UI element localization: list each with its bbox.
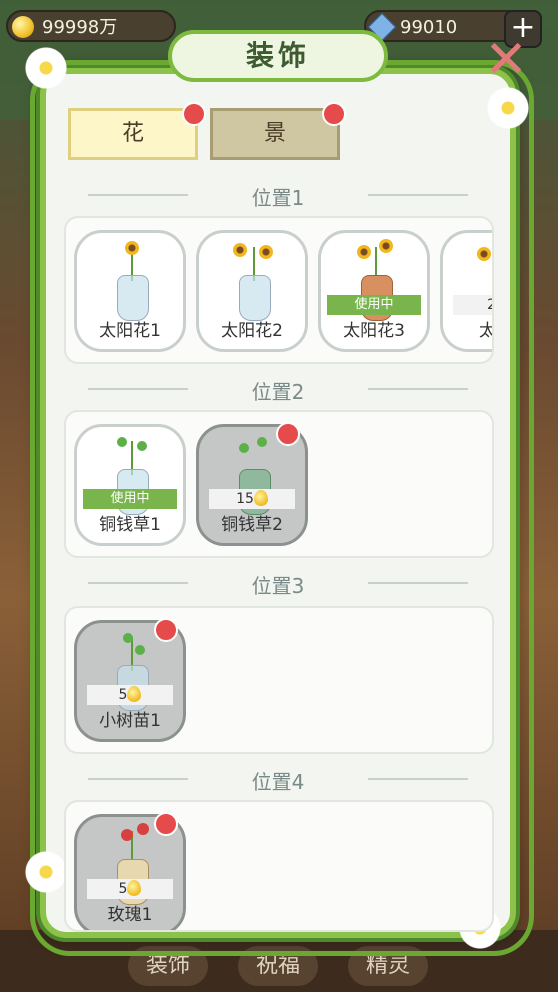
section-label-text: 位置1 [251, 186, 305, 210]
item-name: 铜钱草1 [99, 515, 161, 535]
item-name: 太阳 [443, 316, 492, 341]
section-row-3: 5 小树苗1 [64, 606, 494, 754]
daisy-icon [486, 86, 530, 130]
sunflower-icon [125, 241, 139, 255]
item-card[interactable]: 24 太阳 [440, 230, 492, 352]
item-name: 玫瑰1 [107, 905, 153, 925]
vase-icon [239, 275, 271, 321]
price-value: 24 [487, 297, 492, 313]
price-value: 5 [118, 881, 128, 897]
in-use-badge: 使用中 [83, 489, 177, 509]
sunflower-icon [357, 245, 371, 259]
tab-scenery[interactable]: 景 [210, 108, 340, 160]
item-card[interactable]: 太阳花2 [196, 230, 308, 352]
leaf-icon [123, 633, 133, 643]
item-card[interactable]: 太阳花1 [74, 230, 186, 352]
price-value: 15 [236, 491, 254, 507]
coin-icon [127, 686, 142, 702]
coin-counter: 99998万 [6, 10, 176, 42]
item-price: 15 [209, 489, 295, 509]
coin-icon [253, 490, 268, 506]
item-price: 5 [87, 879, 173, 899]
item-name: 太阳花3 [343, 321, 405, 341]
coin-icon [127, 880, 142, 896]
section-row-2: 使用中 铜钱草1 15 铜钱草2 [64, 410, 494, 558]
item-price: 5 [87, 685, 173, 705]
panel-title: 装饰 [168, 30, 388, 82]
in-use-badge: 使用中 [327, 295, 421, 315]
notification-dot [322, 102, 346, 126]
nav-spirit-button[interactable]: 精灵 [348, 946, 428, 986]
item-name: 小树苗1 [99, 711, 161, 731]
notification-dot [154, 618, 178, 642]
item-name: 太阳花1 [99, 321, 161, 341]
rose-icon [137, 823, 149, 835]
nav-blessing-button[interactable]: 祝福 [238, 946, 318, 986]
section-label-text: 位置4 [251, 770, 305, 794]
daisy-icon [24, 46, 68, 90]
notification-dot [182, 102, 206, 126]
item-name: 铜钱草2 [221, 515, 283, 535]
sunflower-icon [379, 239, 393, 253]
leaf-icon [135, 645, 145, 655]
daisy-icon [24, 850, 68, 894]
section-label-text: 位置3 [251, 574, 305, 598]
item-name: 太阳花2 [221, 321, 283, 341]
notification-dot [154, 812, 178, 836]
leaf-icon [137, 441, 147, 451]
section-row-4: 5 玫瑰1 [64, 800, 494, 932]
leaf-icon [257, 437, 267, 447]
gem-amount: 99010 [400, 17, 458, 38]
item-card[interactable]: 使用中 太阳花3 [318, 230, 430, 352]
item-price: 24 [453, 295, 492, 315]
section-title-2: 位置2 [80, 376, 476, 405]
vase-icon [117, 275, 149, 321]
item-card[interactable]: 使用中 铜钱草1 [74, 424, 186, 546]
section-title-1: 位置1 [80, 182, 476, 211]
sunflower-icon [259, 245, 273, 259]
nav-decorate-button[interactable]: 装饰 [128, 946, 208, 986]
section-row-1: 太阳花1 太阳花2 使用中 太阳花3 24 太阳 [64, 216, 494, 364]
leaf-icon [239, 443, 249, 453]
coin-icon [12, 16, 34, 38]
tab-flower[interactable]: 花 [68, 108, 198, 160]
price-value: 5 [118, 687, 128, 703]
sunflower-icon [233, 243, 247, 257]
leaf-icon [117, 437, 127, 447]
close-button[interactable]: ✕ [484, 34, 528, 86]
sunflower-icon [477, 247, 491, 261]
coin-amount: 99998万 [42, 17, 118, 38]
section-label-text: 位置2 [251, 380, 305, 404]
rose-icon [121, 829, 133, 841]
notification-dot [276, 422, 300, 446]
section-title-3: 位置3 [80, 570, 476, 599]
section-title-4: 位置4 [80, 766, 476, 795]
